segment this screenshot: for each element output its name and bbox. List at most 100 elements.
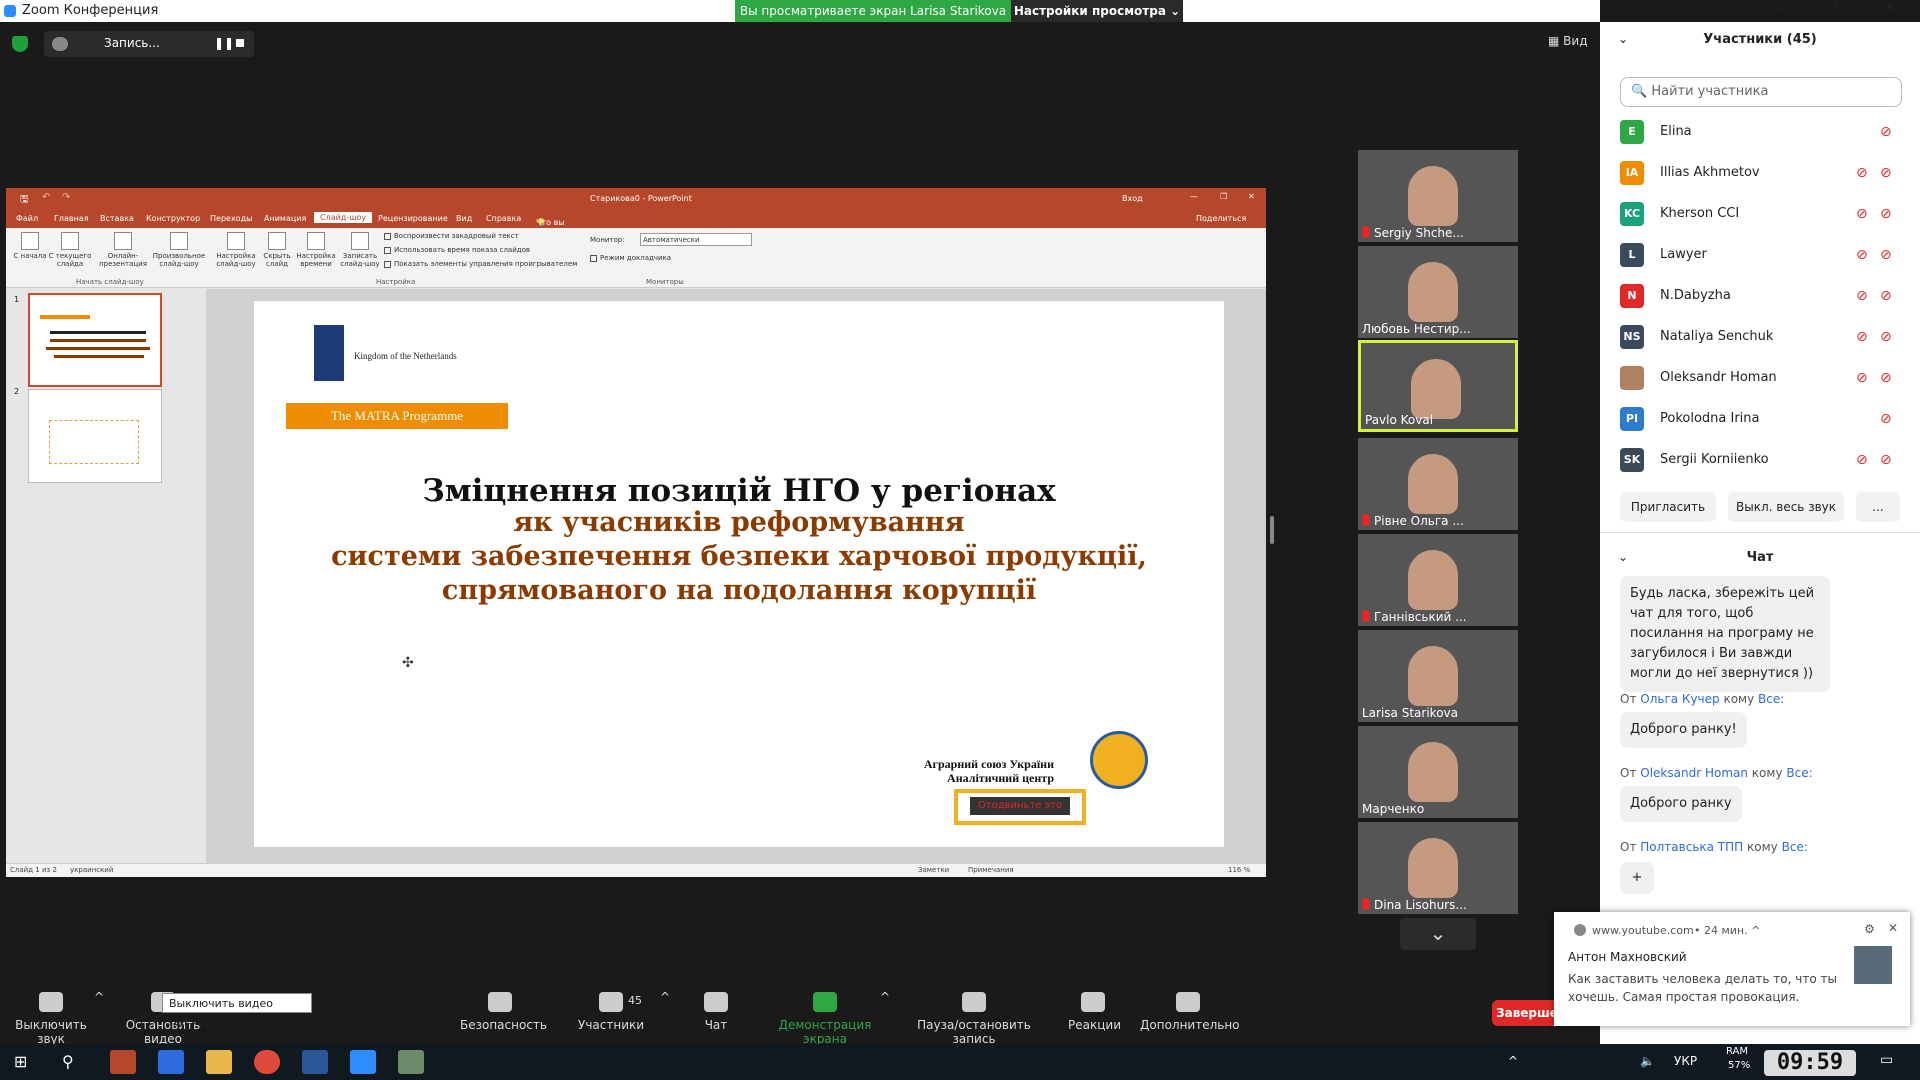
video-tile[interactable]: Любовь Нестир...: [1358, 246, 1518, 338]
chrome-app-icon[interactable]: [254, 1050, 280, 1074]
share-options-chevron-icon[interactable]: ^: [880, 990, 890, 1004]
setup-icon: [227, 232, 245, 250]
video-tile[interactable]: Larisa Starikova: [1358, 630, 1518, 722]
mute-all-button[interactable]: Выкл. весь звук: [1728, 492, 1844, 522]
ppt-ribbon-label: Настройка слайд-шоу: [216, 252, 256, 268]
muted-mic-icon: [1362, 226, 1370, 238]
ppt-group-label: Мониторы: [646, 278, 684, 286]
participants-icon: [599, 992, 623, 1012]
windows-start-icon[interactable]: ⊞: [14, 1052, 27, 1071]
video-tile[interactable]: Sergiy Shche...: [1358, 150, 1518, 242]
stop-recording-icon[interactable]: [236, 39, 244, 47]
powerpoint-app-icon[interactable]: [110, 1050, 136, 1074]
thumb-line: [46, 347, 150, 350]
save-icon: 🖫: [20, 194, 29, 205]
minimize-icon[interactable]: —: [1774, 1, 1788, 17]
participant-row[interactable]: SK Sergii Korniienko ⊘ ⊘: [1620, 444, 1900, 474]
ram-label: RAM: [1726, 1046, 1749, 1057]
reactions-button[interactable]: Реакции: [1068, 980, 1121, 1032]
divider: [1600, 532, 1920, 533]
view-layout-button[interactable]: ▦ Вид: [1548, 34, 1587, 48]
chat-sender: Ольга Кучер: [1640, 692, 1720, 706]
zoom-app-icon: [4, 5, 16, 17]
participant-row[interactable]: L Lawyer ⊘ ⊘: [1620, 239, 1900, 269]
ppt-checkbox-label: Показать элементы управления проигрывате…: [394, 260, 578, 268]
encryption-shield-icon[interactable]: [12, 36, 28, 52]
participant-row[interactable]: Oleksandr Homan ⊘ ⊘: [1620, 362, 1900, 392]
ppt-close-icon: ✕: [1248, 192, 1255, 201]
participant-row[interactable]: PI Pokolodna Irina ⊘: [1620, 403, 1900, 433]
muted-mic-icon: ⊘: [1856, 165, 1868, 181]
agrarian-union-emblem: [1090, 731, 1148, 789]
mute-button[interactable]: Выключить звук: [8, 980, 94, 1046]
invite-button[interactable]: Пригласить: [1620, 492, 1716, 522]
participant-row[interactable]: NS Nataliya Senchuk ⊘ ⊘: [1620, 321, 1900, 351]
taskbar-language[interactable]: УКР: [1674, 1054, 1697, 1068]
zoom-app-icon[interactable]: [350, 1050, 376, 1074]
browser-notification[interactable]: www.youtube.com • 24 мин. ^ ⚙ ✕ Антон Ма…: [1554, 912, 1910, 1026]
window-controls: — ❐ ✕: [1760, 0, 1920, 22]
file-explorer-icon[interactable]: [206, 1050, 232, 1074]
share-screen-icon: [813, 992, 837, 1012]
volume-icon[interactable]: 🔈: [1640, 1054, 1655, 1068]
ppt-tab: Вид: [456, 214, 473, 223]
settings-gear-icon[interactable]: ⚙: [1864, 922, 1875, 936]
ppt-ribbon-tabs: Файл Главная Вставка Конструктор Переход…: [6, 210, 1266, 245]
split-drag-handle[interactable]: [1270, 516, 1274, 544]
close-icon[interactable]: ✕: [1884, 0, 1896, 16]
more-button[interactable]: Дополнительно: [1140, 980, 1240, 1032]
participant-row[interactable]: KC Kherson CCI ⊘ ⊘: [1620, 198, 1900, 228]
participant-row[interactable]: IA Illias Akhmetov ⊘ ⊘: [1620, 157, 1900, 187]
gallery-next-page-button[interactable]: ⌄: [1400, 918, 1476, 950]
participant-search-input[interactable]: 🔍 Найти участника: [1620, 77, 1902, 107]
mute-label: Выключить звук: [15, 1018, 87, 1046]
participant-name: Pokolodna Irina: [1660, 411, 1760, 426]
windows-taskbar: ⊞ ⚲ ^ 🔈 УКР RAM 57% 09:59 ▭: [0, 1044, 1920, 1080]
ram-value: 57%: [1728, 1060, 1751, 1071]
participant-video: [1408, 646, 1458, 706]
video-tile[interactable]: Рівне Ольга ...: [1358, 438, 1518, 530]
video-tile-name: Larisa Starikova: [1362, 706, 1458, 720]
word-app-icon[interactable]: [302, 1050, 328, 1074]
ppt-slide-area: Kingdom of the Netherlands The MATRA Pro…: [206, 289, 1266, 863]
ppt-hide-slide: Скрыть слайд: [260, 232, 294, 268]
pause-recording-button[interactable]: Пауза/остановить запись: [902, 980, 1046, 1046]
chat-attachment-button[interactable]: +: [1620, 862, 1654, 894]
avatar: IA: [1620, 161, 1644, 185]
tray-chevron-icon[interactable]: ^: [1508, 1054, 1518, 1068]
muted-mic-icon: ⊘: [1856, 370, 1868, 386]
chat-button[interactable]: Чат: [700, 980, 732, 1032]
video-tile-active-speaker[interactable]: Pavlo Koval: [1358, 340, 1518, 432]
security-button[interactable]: Безопасность: [460, 980, 547, 1032]
participants-more-button[interactable]: ...: [1856, 492, 1900, 522]
redo-icon: ↷: [62, 192, 71, 203]
close-notification-icon[interactable]: ✕: [1888, 921, 1898, 935]
participant-row[interactable]: N N.Dabyzha ⊘ ⊘: [1620, 280, 1900, 310]
image-viewer-icon[interactable]: [398, 1050, 424, 1074]
view-options-button[interactable]: Настройки просмотра ⌄: [1011, 0, 1183, 22]
search-icon[interactable]: ⚲: [62, 1052, 74, 1071]
pause-recording-icon[interactable]: ❚❚: [214, 36, 234, 50]
ppt-ribbon-label: Записать слайд-шоу: [340, 252, 380, 268]
video-tile[interactable]: Марченко: [1358, 726, 1518, 818]
ppt-tab: Конструктор: [146, 214, 201, 223]
participant-row[interactable]: E Elina ⊘: [1620, 116, 1900, 146]
share-screen-button[interactable]: Демонстрация экрана: [762, 980, 888, 1046]
audio-options-chevron-icon[interactable]: ^: [94, 990, 104, 1004]
muted-mic-icon: ⊘: [1856, 247, 1868, 263]
record-icon: [351, 232, 369, 250]
ppt-checkbox: Показать элементы управления проигрывате…: [384, 260, 577, 268]
chat-sender: Полтавська ТПП: [1640, 840, 1744, 854]
save-app-icon[interactable]: [158, 1050, 184, 1074]
chat-message: Доброго ранку: [1620, 786, 1742, 822]
restore-icon[interactable]: ❐: [1826, 1, 1839, 17]
taskbar-clock[interactable]: 09:59: [1764, 1050, 1856, 1076]
ppt-from-start: С начала: [12, 232, 48, 260]
end-meeting-button[interactable]: Заверше: [1492, 1000, 1562, 1026]
slide-org-line2: Аналітичний центр: [947, 771, 1054, 785]
video-tile[interactable]: Dina Lisohurs...: [1358, 822, 1518, 914]
view-label: Вид: [1563, 34, 1588, 48]
notification-center-icon[interactable]: ▭: [1880, 1052, 1893, 1068]
video-tile[interactable]: Ганнівський ...: [1358, 534, 1518, 626]
participants-options-chevron-icon[interactable]: ^: [660, 990, 670, 1004]
